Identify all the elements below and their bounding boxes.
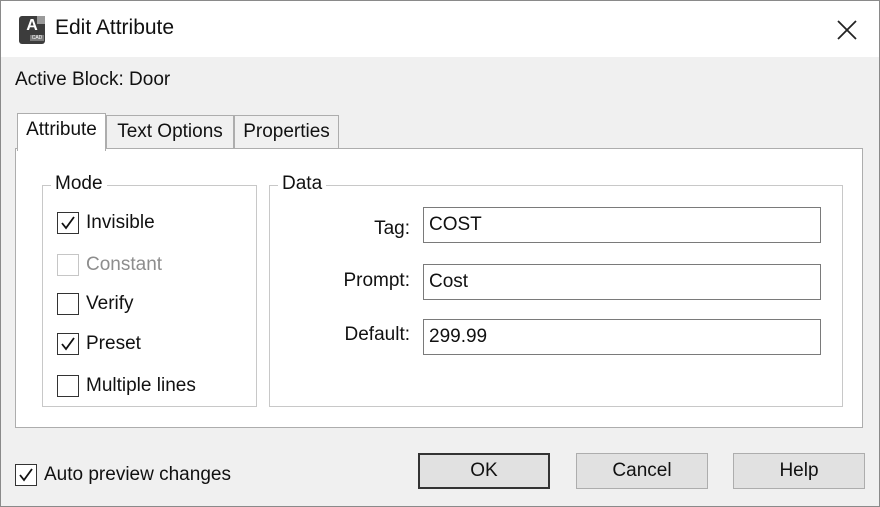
tab-text-options[interactable]: Text Options [106,115,234,149]
data-group: Data Tag: Prompt: Default: [269,173,843,407]
tab-text-options-label: Text Options [117,121,223,142]
checkbox-box[interactable] [15,464,37,486]
tab-properties-label: Properties [243,121,330,142]
help-button[interactable]: Help [733,453,865,489]
default-input[interactable] [423,319,821,355]
checkmark-icon [61,216,75,230]
ok-button[interactable]: OK [418,453,550,489]
checkmark-icon [61,337,75,351]
mode-group: Mode Invisible Constant Verify Preset Mu… [42,173,257,407]
close-button[interactable] [827,13,867,47]
close-icon [837,20,857,40]
constant-label: Constant [86,254,163,275]
cancel-button[interactable]: Cancel [576,453,708,489]
tag-label: Tag: [374,218,410,239]
data-legend: Data [278,173,327,195]
app-icon: A CAD [19,16,45,44]
active-block-label: Active Block: Door [15,69,171,90]
edit-attribute-dialog: A CAD Edit Attribute Active Block: Door … [0,0,880,507]
tab-panel-attribute: Mode Invisible Constant Verify Preset Mu… [15,148,863,428]
verify-label: Verify [86,293,134,314]
window-title: Edit Attribute [55,16,175,39]
checkmark-icon [19,468,33,482]
checkbox-box[interactable] [57,333,79,355]
app-icon-sub: CAD [30,35,44,41]
checkbox-box[interactable] [57,254,79,276]
preset-label: Preset [86,333,141,354]
invisible-label: Invisible [86,212,155,233]
multiple-lines-label: Multiple lines [86,375,196,396]
prompt-label: Prompt: [343,270,410,291]
auto-preview-label: Auto preview changes [44,464,231,485]
checkbox-box[interactable] [57,375,79,397]
tab-properties[interactable]: Properties [234,115,339,149]
prompt-input[interactable] [423,264,821,300]
title-bar: A CAD Edit Attribute [1,1,879,57]
tab-attribute[interactable]: Attribute [17,113,106,151]
default-label: Default: [344,324,410,345]
app-icon-letter: A [26,17,38,34]
checkbox-box[interactable] [57,212,79,234]
tab-attribute-label: Attribute [26,119,97,140]
tag-input[interactable] [423,207,821,243]
mode-legend: Mode [51,173,107,195]
checkbox-box[interactable] [57,293,79,315]
